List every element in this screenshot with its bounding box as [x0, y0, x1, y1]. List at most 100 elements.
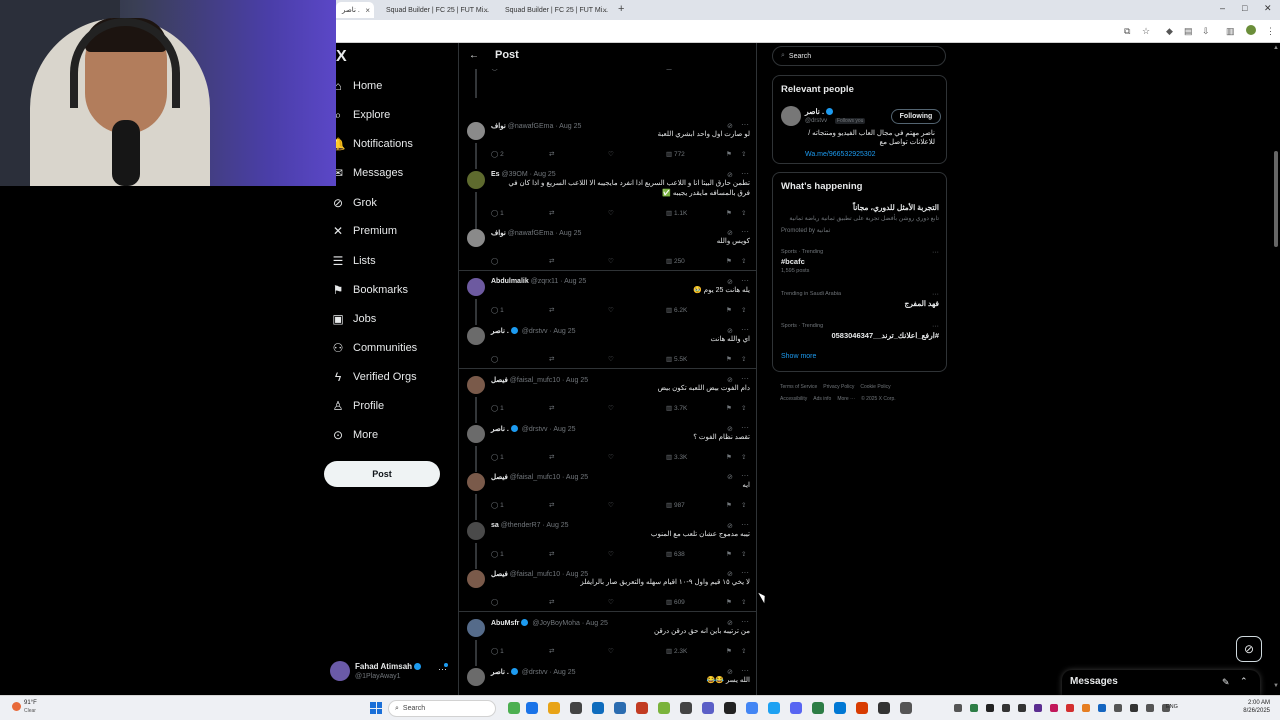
app-icon[interactable]	[570, 702, 582, 714]
app-icon[interactable]	[900, 702, 912, 714]
footer-link[interactable]: Ads info	[813, 396, 831, 402]
grok-icon[interactable]: ⊘	[727, 425, 733, 433]
like-icon[interactable]: ♡	[608, 306, 614, 314]
x-logo[interactable]: X	[336, 48, 347, 66]
like-icon[interactable]: ♡	[608, 453, 614, 461]
nav-item-verified-orgs[interactable]: ϟ Verified Orgs	[330, 366, 417, 388]
scroll-up-icon[interactable]: ▲	[1273, 45, 1279, 51]
downloads-icon[interactable]: ⇩	[1202, 26, 1210, 37]
browser-tab[interactable]: Squad Builder | FC 25 | FUT Mi... ×	[499, 2, 611, 18]
repost-icon[interactable]: ⇄	[549, 598, 554, 606]
nav-item-lists[interactable]: ☰ Lists	[330, 250, 376, 272]
avatar[interactable]	[467, 522, 485, 540]
author-name[interactable]: ناصر .	[491, 426, 509, 433]
messages-drawer[interactable]: Messages ✎ ⌃	[1062, 670, 1260, 696]
extension-icon[interactable]: ◆	[1166, 26, 1173, 37]
more-dots-icon[interactable]: ···	[932, 249, 939, 256]
avatar[interactable]	[467, 171, 485, 189]
more-dots-icon[interactable]: ···	[741, 568, 749, 577]
views-icon[interactable]: ▥ 5.5K	[666, 355, 687, 363]
views-icon[interactable]: ▥ 3.7K	[666, 404, 687, 412]
share-icon[interactable]: ⇪	[741, 404, 746, 412]
tray-icon[interactable]	[1130, 704, 1138, 712]
share-icon[interactable]: ⇪	[741, 306, 746, 314]
views-icon[interactable]: ▥ 250	[666, 257, 685, 265]
share-icon[interactable]: ⇪	[741, 647, 746, 655]
nav-item-premium[interactable]: ✕ Premium	[330, 220, 397, 242]
bookmark-icon[interactable]: ⚑	[726, 257, 732, 265]
grok-icon[interactable]: ⊘	[727, 229, 733, 237]
views-icon[interactable]: ▥ 3.3K	[666, 453, 687, 461]
author-name[interactable]: فيصل	[491, 571, 508, 578]
footer-link[interactable]: Terms of Service	[780, 384, 817, 390]
search-input[interactable]: ⌕ Search	[772, 46, 946, 66]
promoted-trend-title[interactable]: التجربة الأمثل للدوري، مجاناً	[781, 203, 939, 212]
views-icon[interactable]: ▥ 6.2K	[666, 306, 687, 314]
new-tab-button[interactable]: +	[618, 3, 624, 15]
browser-tab-active[interactable]: ناصر . ×	[336, 2, 374, 18]
footer-link[interactable]: Privacy Policy	[823, 384, 854, 390]
author-name[interactable]: نواف	[491, 230, 506, 237]
grok-icon[interactable]: ⊘	[727, 619, 733, 627]
nav-item-messages[interactable]: ✉ Messages	[330, 162, 403, 184]
clock[interactable]: 2:00 AM 8/26/2025	[1218, 699, 1270, 715]
reply-icon[interactable]: ◯ 1	[491, 453, 504, 461]
repost-icon[interactable]: ⇄	[549, 209, 554, 217]
grok-icon[interactable]: ⊘	[727, 522, 733, 530]
repost-icon[interactable]: ⇄	[549, 647, 554, 655]
close-window-icon[interactable]: ✕	[1264, 3, 1272, 14]
app-icon[interactable]	[834, 702, 846, 714]
footer-link[interactable]: Accessibility	[780, 396, 807, 402]
author-name[interactable]: sa	[491, 522, 499, 529]
reply-icon[interactable]: ◯ 1	[491, 550, 504, 558]
share-icon[interactable]: ⇪	[741, 150, 746, 158]
nav-item-more[interactable]: ⊙ More	[330, 424, 378, 446]
footer-link[interactable]: © 2025 X Corp.	[861, 396, 896, 402]
close-tab-icon[interactable]: ×	[602, 6, 607, 15]
avatar[interactable]	[467, 668, 485, 686]
bookmark-icon[interactable]: ⚑	[726, 150, 732, 158]
tray-icon[interactable]	[986, 704, 994, 712]
repost-icon[interactable]: ⇄	[549, 550, 554, 558]
bookmark-icon[interactable]: ⚑	[726, 453, 732, 461]
author-name[interactable]: فيصل	[491, 377, 508, 384]
tray-icon[interactable]	[1034, 704, 1042, 712]
grok-icon[interactable]: ⊘	[727, 570, 733, 578]
minimize-icon[interactable]: –	[1220, 3, 1225, 13]
copilot-icon[interactable]	[508, 702, 520, 714]
following-button[interactable]: Following	[891, 109, 941, 124]
teams-icon[interactable]	[702, 702, 714, 714]
avatar[interactable]	[467, 229, 485, 247]
more-dots-icon[interactable]: ···	[741, 666, 749, 675]
bookmark-icon[interactable]: ⚑	[726, 404, 732, 412]
compose-message-icon[interactable]: ✎	[1222, 677, 1230, 688]
avatar[interactable]	[467, 570, 485, 588]
repost-icon[interactable]: ⇄	[549, 306, 554, 314]
grok-icon[interactable]: ⊘	[727, 376, 733, 384]
weather-widget[interactable]: 91°F Clear	[10, 699, 50, 717]
bookmark-icon[interactable]: ⚑	[726, 550, 732, 558]
views-icon[interactable]: ▥ 2.3K	[666, 647, 687, 655]
grok-icon[interactable]: ⊘	[727, 122, 733, 130]
app-icon[interactable]	[680, 702, 692, 714]
browser-tab[interactable]: Squad Builder | FC 25 | FUT Mi... ×	[380, 2, 492, 18]
scrollbar-thumb[interactable]	[1274, 151, 1278, 247]
reply-icon[interactable]: ◯ 1	[491, 647, 504, 655]
show-more-link[interactable]: Show more	[781, 353, 816, 360]
puzzle-icon[interactable]: ▤	[1184, 26, 1193, 37]
profile-name[interactable]: ناصر .	[805, 107, 834, 116]
account-switcher[interactable]: Fahad Atimsah @1PlayAway1 ···	[330, 660, 456, 686]
reply-icon[interactable]: ◯	[491, 355, 498, 363]
star-icon[interactable]: ☆	[1142, 26, 1150, 37]
close-tab-icon[interactable]: ×	[365, 6, 370, 15]
author-name[interactable]: ناصر .	[491, 669, 509, 676]
grok-icon[interactable]: ⊘	[727, 473, 733, 481]
tray-icon[interactable]	[1082, 704, 1090, 712]
more-dots-icon[interactable]: ···	[741, 276, 749, 285]
tray-icon[interactable]	[1146, 704, 1154, 712]
trend-item[interactable]: Trending in Saudi Arabia فهد المفرج ···	[781, 291, 939, 308]
mail-icon[interactable]	[614, 702, 626, 714]
trend-item[interactable]: Sports · Trending #ارفع_اعلانك_ترند__0583…	[781, 323, 939, 340]
bookmark-icon[interactable]: ⚑	[726, 501, 732, 509]
avatar[interactable]	[467, 327, 485, 345]
